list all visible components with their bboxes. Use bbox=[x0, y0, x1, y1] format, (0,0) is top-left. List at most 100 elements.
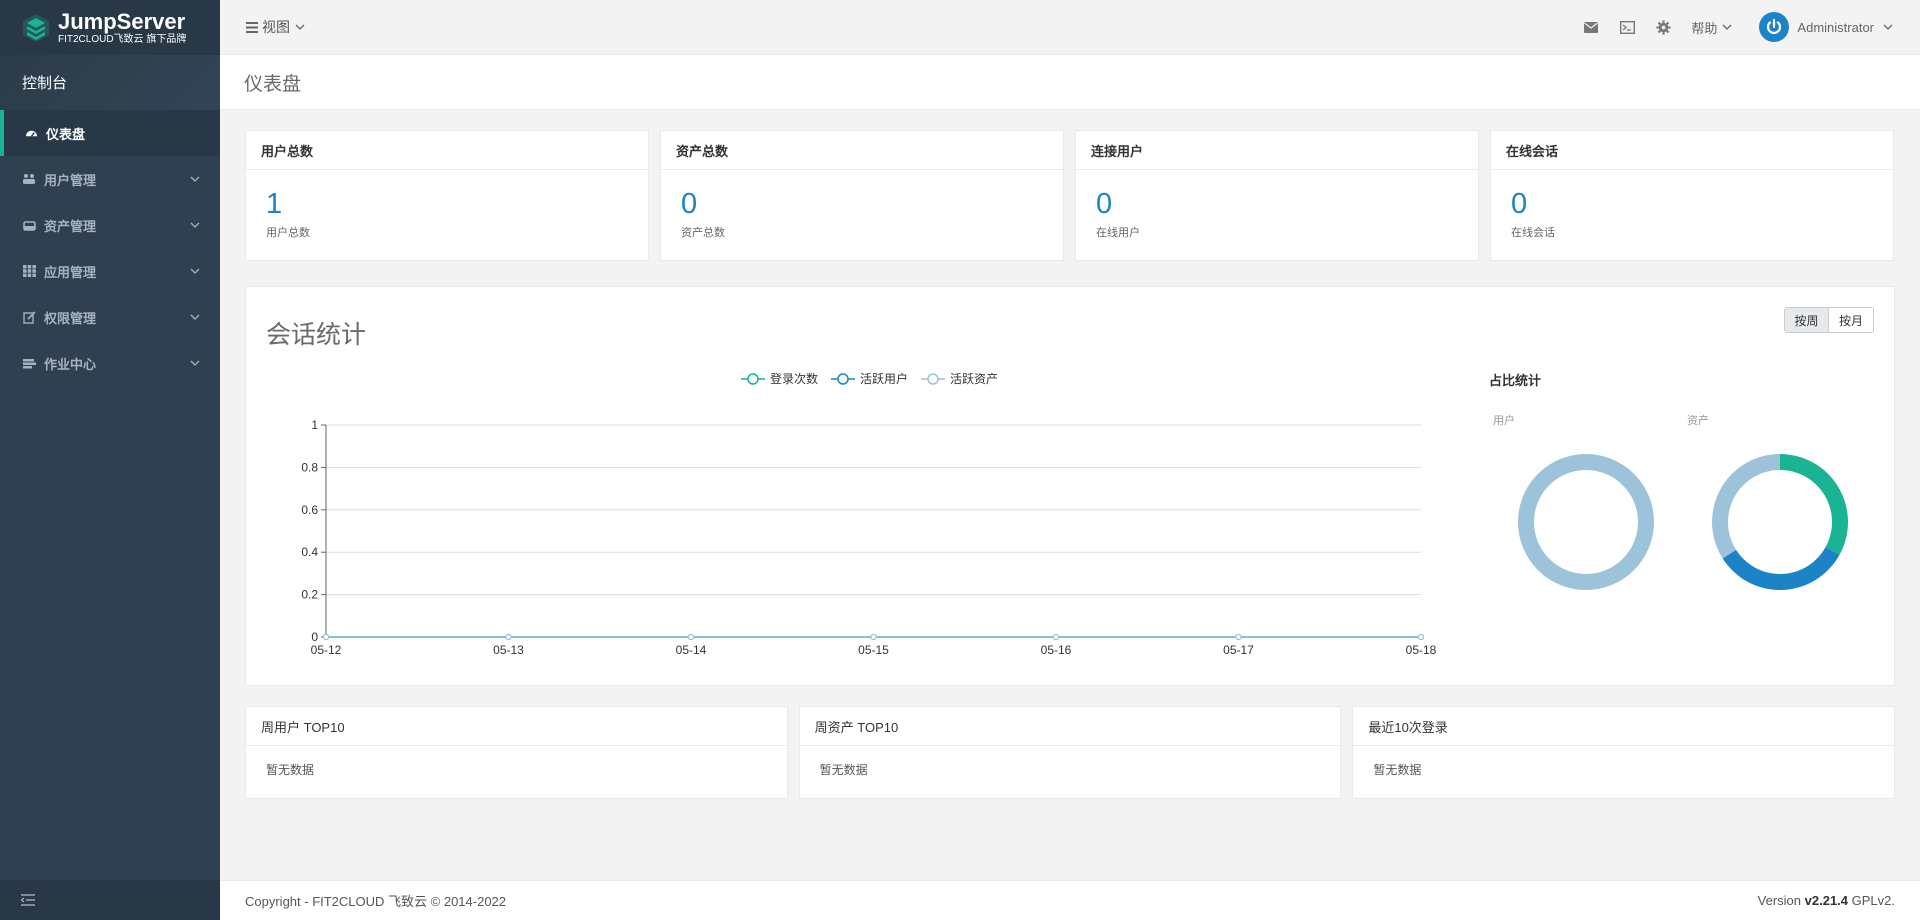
top-navbar: 视图 帮助 Administrator bbox=[220, 0, 1920, 55]
x-tick-label: 05-16 bbox=[1041, 643, 1072, 657]
period-toggle: 按周 按月 bbox=[1784, 307, 1874, 333]
chevron-down-icon bbox=[1722, 24, 1732, 30]
period-month-button[interactable]: 按月 bbox=[1829, 308, 1873, 332]
panel-title: 周资产 TOP10 bbox=[799, 707, 1341, 746]
donut-user-label: 用户 bbox=[1493, 415, 1515, 427]
avatar bbox=[1759, 12, 1790, 42]
sidebar-item-label: 用户管理 bbox=[44, 172, 97, 188]
users-icon bbox=[22, 172, 36, 186]
empty-state: 暂无数据 bbox=[819, 763, 868, 777]
sidebar-item-label: 应用管理 bbox=[44, 264, 97, 280]
data-point bbox=[688, 634, 694, 640]
inbox-icon bbox=[22, 218, 36, 232]
stat-card-title: 在线会话 bbox=[1491, 131, 1893, 170]
mail-icon[interactable] bbox=[1583, 19, 1599, 35]
sidebar-collapse-button[interactable] bbox=[0, 880, 220, 920]
brand-name: JumpServer bbox=[58, 8, 186, 34]
view-label: 视图 bbox=[262, 19, 290, 35]
stat-card-users: 用户总数 1 用户总数 bbox=[245, 130, 649, 261]
license-text: GPLv2. bbox=[1851, 893, 1895, 908]
session-stats-title: 会话统计 bbox=[266, 321, 367, 349]
stat-card-title: 资产总数 bbox=[661, 131, 1063, 170]
donut-slice bbox=[1780, 454, 1848, 555]
stat-card-value[interactable]: 1 bbox=[266, 190, 628, 219]
edit-icon bbox=[22, 310, 36, 324]
chevron-down-icon bbox=[295, 24, 305, 30]
ratio-stats-title: 占比统计 bbox=[1489, 373, 1542, 388]
data-point bbox=[505, 634, 512, 640]
brand-subtitle: FIT2CLOUD飞致云 旗下品牌 bbox=[58, 33, 187, 45]
sidebar-item-assets[interactable]: 资产管理 bbox=[0, 202, 220, 248]
asset-ratio-donut bbox=[1712, 454, 1848, 590]
terminal-icon bbox=[22, 356, 36, 370]
chevron-down-icon bbox=[1883, 24, 1893, 30]
user-dropdown[interactable]: Administrator bbox=[1759, 12, 1894, 42]
stat-card-title: 用户总数 bbox=[246, 131, 648, 170]
version-number: v2.21.4 bbox=[1804, 893, 1849, 908]
footer: Copyright - FIT2CLOUD 飞致云 © 2014-2022 Ve… bbox=[220, 880, 1920, 920]
donut-asset-label: 资产 bbox=[1687, 415, 1709, 427]
legend-label: 活跃用户 bbox=[860, 371, 908, 386]
jumpserver-logo-icon bbox=[23, 13, 49, 42]
legend-marker bbox=[837, 373, 849, 385]
stat-card-connected-users: 连接用户 0 在线用户 bbox=[1075, 130, 1479, 261]
empty-state: 暂无数据 bbox=[266, 763, 315, 777]
y-tick-label: 0 bbox=[311, 630, 318, 644]
donut-slice bbox=[1518, 454, 1654, 590]
stat-card-value[interactable]: 0 bbox=[681, 190, 1043, 219]
chevron-down-icon bbox=[190, 222, 200, 228]
view-dropdown[interactable]: 视图 bbox=[246, 17, 306, 37]
stat-card-label: 在线用户 bbox=[1096, 227, 1140, 239]
sidebar-item-applications[interactable]: 应用管理 bbox=[0, 248, 220, 294]
settings-gear-icon[interactable] bbox=[1655, 19, 1671, 35]
chevron-down-icon bbox=[190, 268, 200, 274]
username: Administrator bbox=[1797, 19, 1874, 35]
stat-card-label: 在线会话 bbox=[1511, 227, 1555, 239]
weekly-user-top10-panel: 周用户 TOP10 暂无数据 bbox=[245, 706, 788, 799]
help-label: 帮助 bbox=[1691, 20, 1718, 36]
stat-card-label: 资产总数 bbox=[681, 227, 725, 239]
stat-card-assets: 资产总数 0 资产总数 bbox=[660, 130, 1064, 261]
session-stats-panel: 会话统计 按周 按月 0 0.2 0.4 0.6 0.8 1 05-12 05-13 05-14… bbox=[245, 286, 1895, 686]
legend-label: 登录次数 bbox=[770, 371, 818, 386]
donut-slice bbox=[1722, 547, 1840, 590]
sidebar-item-jobs[interactable]: 作业中心 bbox=[0, 340, 220, 386]
top10-panels: 周用户 TOP10 暂无数据 周资产 TOP10 暂无数据 最近10次登录 暂无… bbox=[245, 706, 1896, 799]
sidebar-item-label: 资产管理 bbox=[44, 218, 97, 234]
help-dropdown[interactable]: 帮助 bbox=[1691, 18, 1733, 37]
stat-card-value[interactable]: 0 bbox=[1096, 190, 1458, 219]
data-point bbox=[870, 634, 877, 640]
stat-card-value[interactable]: 0 bbox=[1511, 190, 1873, 219]
grid-icon bbox=[22, 264, 36, 278]
power-icon bbox=[1767, 18, 1782, 34]
data-point bbox=[1053, 634, 1059, 640]
stat-card-online-sessions: 在线会话 0 在线会话 bbox=[1490, 130, 1894, 261]
sidebar-item-label: 作业中心 bbox=[44, 356, 97, 372]
sidebar-item-label: 权限管理 bbox=[44, 310, 97, 326]
user-ratio-donut bbox=[1518, 454, 1654, 590]
period-week-button[interactable]: 按周 bbox=[1785, 308, 1829, 332]
legend-marker bbox=[927, 373, 939, 385]
x-tick-label: 05-15 bbox=[858, 643, 889, 657]
collapse-menu-icon bbox=[20, 894, 35, 906]
page-title: 仪表盘 bbox=[220, 55, 1920, 110]
data-point bbox=[323, 634, 329, 640]
copyright-text: Copyright - FIT2CLOUD 飞致云 © 2014-2022 bbox=[245, 894, 507, 909]
version-prefix: Version bbox=[1757, 893, 1802, 908]
brand[interactable]: JumpServer FIT2CLOUD飞致云 旗下品牌 bbox=[0, 0, 220, 55]
sidebar-item-users[interactable]: 用户管理 bbox=[0, 156, 220, 202]
stat-card-label: 用户总数 bbox=[266, 227, 310, 239]
data-point bbox=[1418, 634, 1424, 640]
console-title[interactable]: 控制台 bbox=[0, 55, 220, 110]
sidebar-item-dashboard[interactable]: 仪表盘 bbox=[0, 110, 220, 156]
chevron-down-icon bbox=[190, 360, 200, 366]
y-tick-label: 0.8 bbox=[301, 460, 318, 474]
x-tick-label: 05-12 bbox=[311, 643, 342, 657]
web-terminal-icon[interactable] bbox=[1619, 19, 1635, 35]
stat-cards: 用户总数 1 用户总数 资产总数 0 资产总数 连接用户 0 在线用户 在线会话… bbox=[245, 130, 1895, 261]
sidebar-item-permissions[interactable]: 权限管理 bbox=[0, 294, 220, 340]
y-tick-label: 0.6 bbox=[301, 503, 318, 517]
chevron-down-icon bbox=[190, 314, 200, 320]
dashboard-icon bbox=[24, 126, 38, 140]
x-tick-label: 05-14 bbox=[676, 643, 707, 657]
